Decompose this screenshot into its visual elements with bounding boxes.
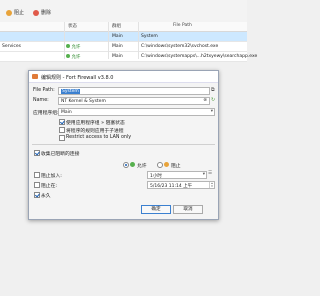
use-group-label: 使用应用程序组 » 阻塞状态	[66, 120, 125, 126]
name-input[interactable]: NT Kernel & System ⊗	[58, 97, 210, 105]
row-group: Main	[112, 53, 123, 59]
file-path-value: System	[61, 88, 80, 94]
delete-button[interactable]: 删除	[33, 8, 51, 17]
block-button[interactable]: 阻止	[6, 8, 24, 17]
table-row[interactable]: Services 允许 Main C:\windows\system32\svc…	[0, 42, 247, 52]
divider	[32, 144, 215, 145]
delete-button-label: 删除	[41, 10, 52, 16]
allow-icon	[66, 54, 70, 58]
app-group-value: Main	[61, 109, 72, 115]
forever-label: 永久	[41, 193, 51, 199]
block-at-checkbox[interactable]	[34, 182, 40, 188]
apply-child-label: 将程序的规则应用于子进程	[66, 128, 124, 134]
block-at-datetime[interactable]: 5/16/23 11:14 上午 ▴ ▾	[147, 181, 215, 189]
name-value: NT Kernel & System	[61, 98, 106, 104]
block-icon	[6, 9, 12, 16]
row-status: 允许	[66, 54, 80, 60]
block-at-value: 5/16/23 11:14 上午	[150, 183, 193, 189]
app-group-label: 应用程序组:	[33, 111, 59, 116]
row-status-text: 允许	[71, 44, 81, 50]
table-header: 状态 群组 File Path	[0, 22, 247, 32]
row-group: Main	[112, 43, 123, 49]
app-group-select[interactable]: Main	[58, 108, 215, 116]
delete-icon	[33, 9, 39, 16]
block-in-value: 1小时	[150, 173, 162, 179]
row-group: Main	[112, 33, 123, 39]
name-label: Name:	[33, 98, 49, 103]
file-path-label: File Path:	[33, 88, 55, 93]
allow-icon	[130, 162, 135, 167]
block-radio[interactable]	[157, 162, 163, 168]
allow-icon	[66, 44, 70, 48]
allow-radio[interactable]	[123, 162, 129, 168]
edit-rule-dialog: 编辑规则 - Fort Firewall v3.8.0 File Path: S…	[28, 70, 219, 220]
cancel-button[interactable]: 取消	[173, 205, 203, 214]
table-row[interactable]: Main System	[0, 32, 247, 42]
apply-child-checkbox[interactable]	[59, 127, 65, 133]
header-file-path[interactable]: File Path	[173, 23, 192, 28]
lan-only-label: Restrict access to LAN only	[66, 134, 132, 140]
column-divider[interactable]	[138, 22, 139, 59]
column-divider[interactable]	[108, 22, 109, 59]
block-in-checkbox[interactable]	[34, 172, 40, 178]
file-path-input[interactable]: System	[58, 87, 210, 95]
header-status[interactable]: 状态	[68, 23, 77, 29]
block-button-label: 阻止	[14, 10, 25, 16]
block-icon	[164, 162, 169, 167]
toolbar: 阻止 删除	[0, 0, 247, 22]
row-path: C:\windows\systemapps\...h2txyewy\search…	[141, 53, 258, 59]
collect-blocked-checkbox[interactable]	[34, 150, 40, 156]
row-name: Services	[2, 43, 21, 49]
block-in-select[interactable]: 1小时	[147, 171, 207, 179]
allow-label: 允许	[137, 163, 147, 169]
copy-icon[interactable]: ⧉	[211, 87, 215, 93]
menu-icon[interactable]: ☰	[208, 171, 212, 176]
program-table: 状态 群组 File Path Main System Services 允许 …	[0, 22, 257, 62]
row-status-text: 允许	[71, 54, 81, 60]
block-label: 阻止	[171, 163, 181, 169]
ok-button[interactable]: 确定	[141, 205, 171, 214]
collect-blocked-label: 收集已阻断的连接	[41, 151, 80, 157]
dialog-title: 编辑规则 - Fort Firewall v3.8.0	[41, 75, 114, 81]
app-icon	[32, 74, 38, 79]
lan-only-checkbox[interactable]	[59, 135, 65, 141]
refresh-icon[interactable]: ↻	[211, 97, 215, 103]
table-row[interactable]: 允许 Main C:\windows\systemapps\...h2txyew…	[0, 52, 257, 62]
column-divider[interactable]	[64, 22, 65, 59]
use-group-checkbox[interactable]	[59, 119, 65, 125]
row-path: System	[141, 33, 158, 39]
spin-icon[interactable]: ▴ ▾	[209, 182, 214, 188]
block-in-label: 阻止加入:	[41, 173, 62, 179]
forever-checkbox[interactable]	[34, 192, 40, 198]
block-at-label: 阻止在:	[41, 183, 58, 189]
header-group[interactable]: 群组	[112, 23, 121, 29]
row-path: C:\windows\system32\svchost.exe	[141, 43, 219, 49]
clear-icon[interactable]: ⊗	[203, 98, 207, 103]
dialog-titlebar: 编辑规则 - Fort Firewall v3.8.0	[29, 71, 218, 83]
row-status: 允许	[66, 44, 80, 50]
